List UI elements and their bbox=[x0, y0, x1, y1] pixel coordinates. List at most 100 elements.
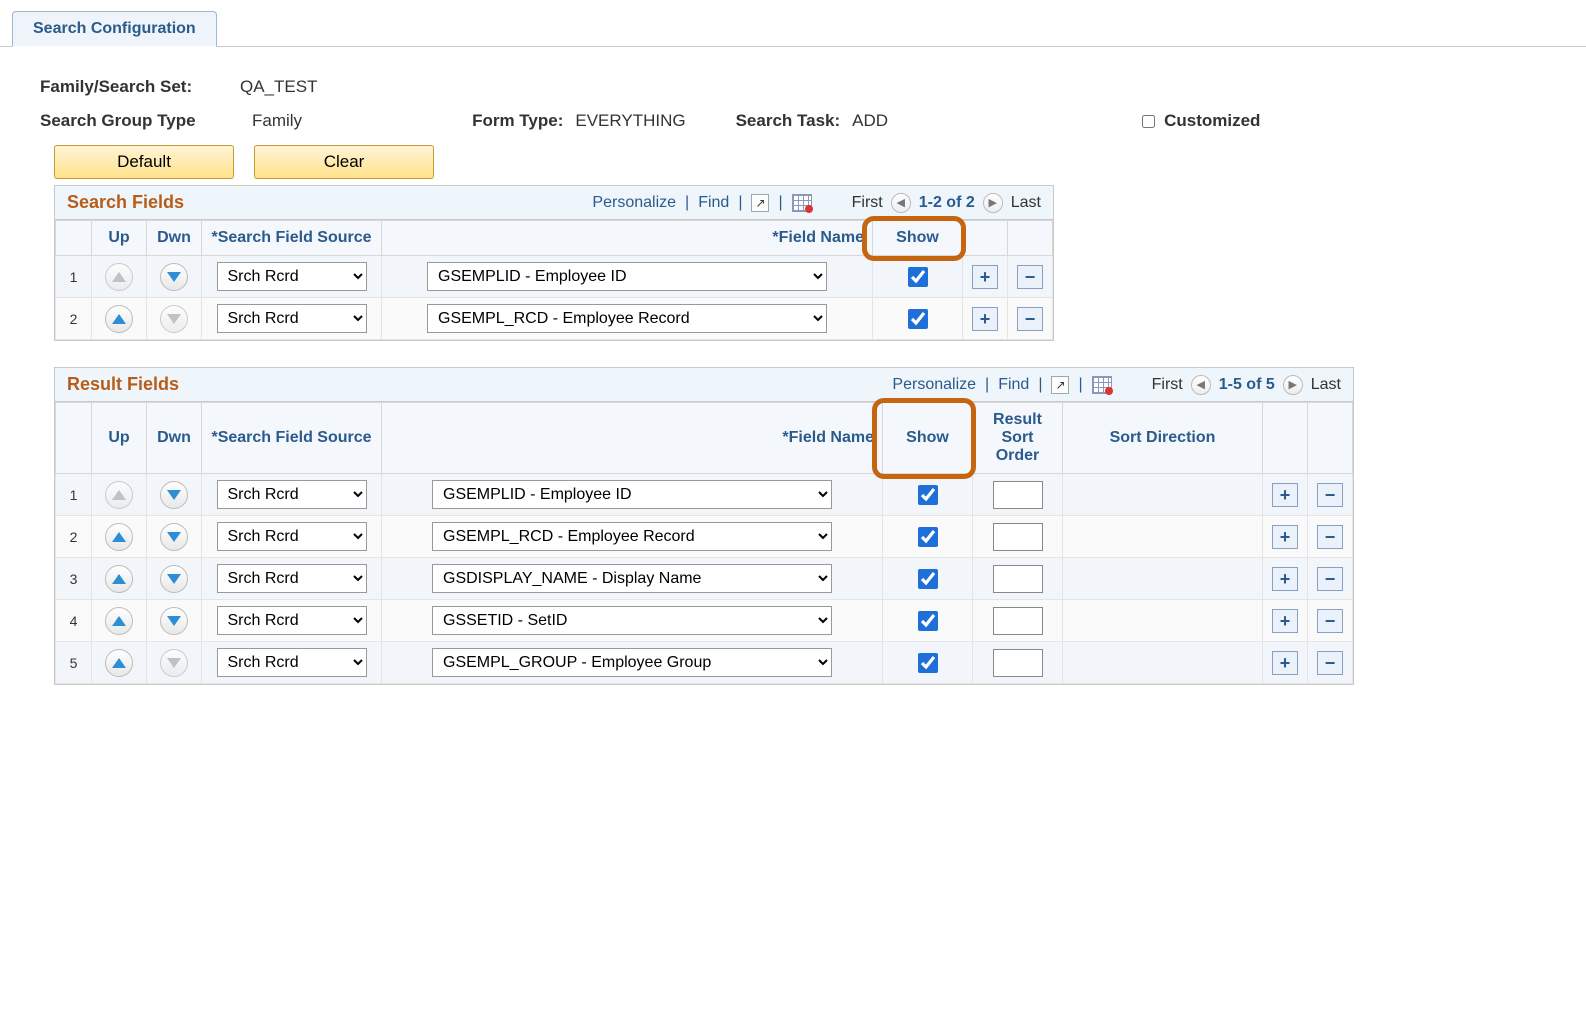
remove-row-button[interactable]: − bbox=[1317, 567, 1343, 591]
remove-row-button[interactable]: − bbox=[1317, 609, 1343, 633]
result-sort-order-input[interactable] bbox=[993, 607, 1043, 635]
result-sort-order-input[interactable] bbox=[993, 523, 1043, 551]
add-row-button[interactable]: + bbox=[1272, 609, 1298, 633]
show-checkbox[interactable] bbox=[918, 611, 938, 631]
move-down-button[interactable] bbox=[160, 565, 188, 593]
up-arrow-icon bbox=[112, 658, 126, 668]
add-row-button[interactable]: + bbox=[1272, 525, 1298, 549]
next-arrow-icon[interactable]: ▶ bbox=[1283, 375, 1303, 395]
table-row: 3 Srch Rcrd GSDISPLAY_NAME - Display Nam… bbox=[56, 558, 1353, 600]
move-up-button[interactable] bbox=[105, 523, 133, 551]
show-checkbox[interactable] bbox=[918, 485, 938, 505]
field-name-select[interactable]: GSEMPL_RCD - Employee Record bbox=[427, 304, 827, 333]
search-field-source-select[interactable]: Srch Rcrd bbox=[217, 480, 367, 509]
field-name-select[interactable]: GSSETID - SetID bbox=[432, 606, 832, 635]
search-field-source-select[interactable]: Srch Rcrd bbox=[217, 606, 367, 635]
sort-direction-cell bbox=[1063, 516, 1263, 558]
add-row-button[interactable]: + bbox=[1272, 483, 1298, 507]
show-checkbox[interactable] bbox=[918, 527, 938, 547]
add-row-button[interactable]: + bbox=[1272, 651, 1298, 675]
result-sort-order-input[interactable] bbox=[993, 481, 1043, 509]
search-fields-table: Up Dwn *Search Field Source *Field Name … bbox=[55, 220, 1053, 340]
move-up-button[interactable] bbox=[105, 305, 133, 333]
show-checkbox[interactable] bbox=[908, 309, 928, 329]
next-arrow-icon[interactable]: ▶ bbox=[983, 193, 1003, 213]
search-field-source-select[interactable]: Srch Rcrd bbox=[217, 522, 367, 551]
table-row: 1 Srch Rcrd GSEMPLID - Employee ID + − bbox=[56, 474, 1353, 516]
move-up-button[interactable] bbox=[105, 649, 133, 677]
field-name-select[interactable]: GSEMPLID - Employee ID bbox=[432, 480, 832, 509]
zoom-icon[interactable]: ↗ bbox=[751, 194, 769, 212]
customized-checkbox[interactable] bbox=[1142, 115, 1155, 128]
personalize-link[interactable]: Personalize bbox=[892, 376, 976, 394]
move-down-button[interactable] bbox=[160, 607, 188, 635]
move-down-button bbox=[160, 649, 188, 677]
move-up-button[interactable] bbox=[105, 565, 133, 593]
col-number bbox=[56, 403, 92, 474]
show-checkbox[interactable] bbox=[908, 267, 928, 287]
move-up-button[interactable] bbox=[105, 607, 133, 635]
search-field-source-select[interactable]: Srch Rcrd bbox=[217, 564, 367, 593]
row-number: 4 bbox=[56, 600, 92, 642]
table-row: 5 Srch Rcrd GSEMPL_GROUP - Employee Grou… bbox=[56, 642, 1353, 684]
prev-arrow-icon[interactable]: ◀ bbox=[1191, 375, 1211, 395]
field-name-select[interactable]: GSEMPL_RCD - Employee Record bbox=[432, 522, 832, 551]
row-number: 2 bbox=[56, 298, 92, 340]
field-name-select[interactable]: GSEMPL_GROUP - Employee Group bbox=[432, 648, 832, 677]
move-down-button[interactable] bbox=[160, 481, 188, 509]
down-arrow-icon bbox=[167, 532, 181, 542]
default-button[interactable]: Default bbox=[54, 145, 234, 179]
search-field-source-select[interactable]: Srch Rcrd bbox=[217, 648, 367, 677]
find-label: Find bbox=[698, 194, 729, 211]
col-add bbox=[963, 221, 1008, 256]
up-arrow-icon bbox=[112, 314, 126, 324]
download-grid-icon[interactable] bbox=[792, 194, 812, 212]
remove-row-button[interactable]: − bbox=[1317, 483, 1343, 507]
move-down-button[interactable] bbox=[160, 523, 188, 551]
row-group-type: Search Group Type Family Form Type: EVER… bbox=[40, 111, 1566, 131]
remove-row-button[interactable]: − bbox=[1317, 525, 1343, 549]
last-link[interactable]: Last bbox=[1311, 376, 1341, 394]
remove-row-button[interactable]: − bbox=[1017, 265, 1043, 289]
col-source: *Search Field Source bbox=[202, 221, 382, 256]
nav-range: 1-5 of 5 bbox=[1219, 376, 1275, 394]
zoom-icon[interactable]: ↗ bbox=[1051, 376, 1069, 394]
up-arrow-icon bbox=[112, 490, 126, 500]
result-sort-order-input[interactable] bbox=[993, 565, 1043, 593]
show-checkbox[interactable] bbox=[918, 569, 938, 589]
sort-direction-cell bbox=[1063, 558, 1263, 600]
field-name-select[interactable]: GSDISPLAY_NAME - Display Name bbox=[432, 564, 832, 593]
add-row-button[interactable]: + bbox=[1272, 567, 1298, 591]
move-down-button[interactable] bbox=[160, 263, 188, 291]
remove-row-button[interactable]: − bbox=[1317, 651, 1343, 675]
up-arrow-icon bbox=[112, 272, 126, 282]
result-sort-order-input[interactable] bbox=[993, 649, 1043, 677]
last-link[interactable]: Last bbox=[1011, 194, 1041, 212]
add-row-button[interactable]: + bbox=[972, 265, 998, 289]
personalize-link[interactable]: Personalize bbox=[592, 194, 676, 212]
add-row-button[interactable]: + bbox=[972, 307, 998, 331]
col-remove bbox=[1008, 221, 1053, 256]
col-source: *Search Field Source bbox=[202, 403, 382, 474]
search-field-source-select[interactable]: Srch Rcrd bbox=[217, 304, 367, 333]
col-show: Show bbox=[883, 403, 973, 474]
clear-button[interactable]: Clear bbox=[254, 145, 434, 179]
remove-row-button[interactable]: − bbox=[1017, 307, 1043, 331]
down-arrow-icon bbox=[167, 616, 181, 626]
first-link[interactable]: First bbox=[1152, 376, 1183, 394]
search-field-source-select[interactable]: Srch Rcrd bbox=[217, 262, 367, 291]
clear-button-label: Clear bbox=[324, 152, 365, 171]
download-grid-icon[interactable] bbox=[1092, 376, 1112, 394]
show-checkbox[interactable] bbox=[918, 653, 938, 673]
find-link[interactable]: Find bbox=[998, 376, 1029, 394]
first-link[interactable]: First bbox=[852, 194, 883, 212]
table-row: 1 Srch Rcrd GSEMPLID - Employee ID + − bbox=[56, 256, 1053, 298]
prev-arrow-icon[interactable]: ◀ bbox=[891, 193, 911, 213]
tab-search-configuration[interactable]: Search Configuration bbox=[12, 11, 217, 47]
find-link[interactable]: Find bbox=[698, 194, 729, 212]
up-arrow-icon bbox=[112, 574, 126, 584]
col-sort-direction: Sort Direction bbox=[1063, 403, 1263, 474]
personalize-label: Personalize bbox=[892, 376, 976, 393]
field-name-select[interactable]: GSEMPLID - Employee ID bbox=[427, 262, 827, 291]
col-dwn: Dwn bbox=[147, 403, 202, 474]
